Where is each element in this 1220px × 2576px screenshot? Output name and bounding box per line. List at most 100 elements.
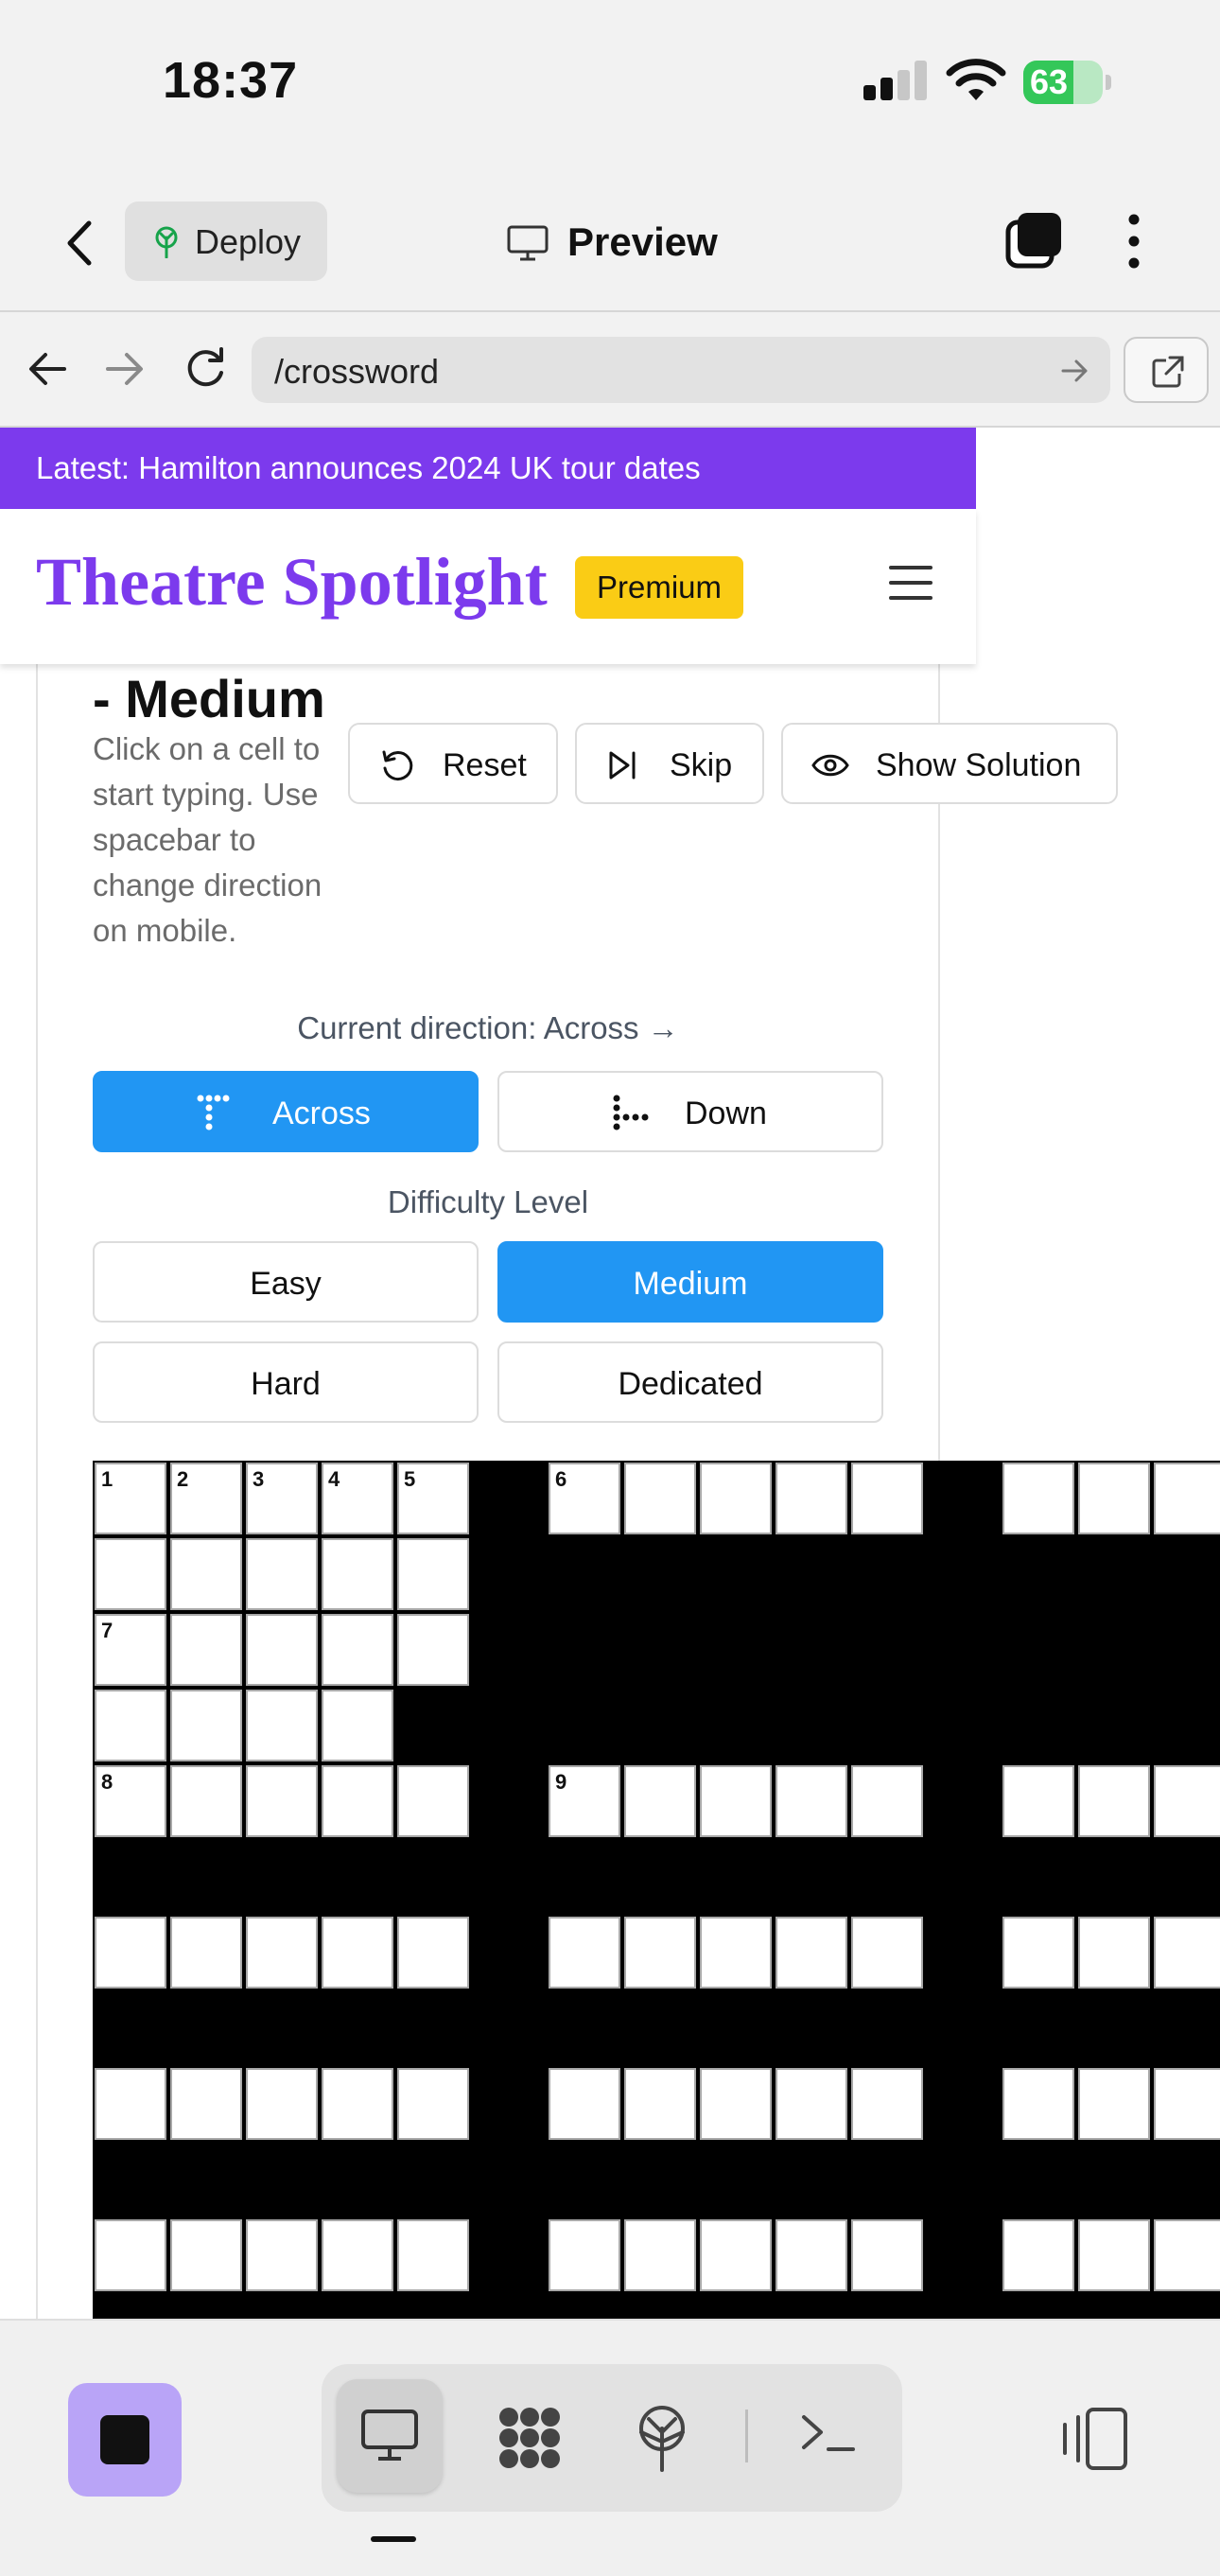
grid-cell[interactable] xyxy=(624,1765,696,1837)
grid-cell[interactable] xyxy=(246,1917,318,1989)
grid-cell[interactable] xyxy=(170,1690,242,1761)
grid-cell[interactable] xyxy=(1002,1765,1074,1837)
go-arrow-icon[interactable] xyxy=(1061,358,1089,384)
grid-cell[interactable] xyxy=(95,1917,166,1989)
grid-cell[interactable] xyxy=(170,1765,242,1837)
grid-cell[interactable] xyxy=(851,2219,923,2291)
grid-cell[interactable] xyxy=(246,1538,318,1610)
grid-cell[interactable] xyxy=(776,2219,847,2291)
news-banner[interactable]: Latest: Hamilton announces 2024 UK tour … xyxy=(0,428,976,509)
reset-button[interactable]: Reset xyxy=(348,723,558,804)
grid-cell[interactable] xyxy=(397,2219,469,2291)
grid-cell[interactable] xyxy=(776,1765,847,1837)
grid-cell[interactable] xyxy=(246,1765,318,1837)
grid-cell[interactable] xyxy=(624,1917,696,1989)
site-logo[interactable]: Theatre Spotlight xyxy=(36,543,548,622)
more-options-icon[interactable] xyxy=(1124,212,1144,271)
deploy-mode-button[interactable] xyxy=(609,2379,715,2493)
grid-cell[interactable]: 6 xyxy=(549,1463,620,1534)
grid-cell[interactable] xyxy=(700,1917,772,1989)
terminal-mode-button[interactable] xyxy=(776,2379,881,2493)
browser-forward-icon[interactable] xyxy=(104,350,146,388)
show-solution-button[interactable]: Show Solution xyxy=(781,723,1118,804)
grid-cell[interactable] xyxy=(322,1538,393,1610)
grid-cell[interactable] xyxy=(1154,1917,1220,1989)
grid-cell[interactable] xyxy=(700,2068,772,2140)
grid-cell[interactable] xyxy=(322,2068,393,2140)
grid-cell[interactable] xyxy=(776,1463,847,1534)
across-button[interactable]: Across xyxy=(93,1071,479,1152)
grid-cell[interactable] xyxy=(397,1614,469,1686)
grid-cell[interactable] xyxy=(95,2219,166,2291)
tabs-icon[interactable] xyxy=(1004,211,1063,270)
open-external-button[interactable] xyxy=(1124,337,1209,403)
grid-cell[interactable] xyxy=(624,2068,696,2140)
reload-icon[interactable] xyxy=(183,346,227,390)
grid-cell[interactable] xyxy=(322,2219,393,2291)
premium-badge[interactable]: Premium xyxy=(575,556,743,619)
difficulty-medium-button[interactable]: Medium xyxy=(497,1241,883,1323)
grid-cell[interactable] xyxy=(1002,2068,1074,2140)
hamburger-menu-icon[interactable] xyxy=(889,564,932,602)
grid-cell[interactable]: 3 xyxy=(246,1463,318,1534)
panel-toggle-icon[interactable] xyxy=(1059,2406,1131,2472)
down-button[interactable]: Down xyxy=(497,1071,883,1152)
grid-cell[interactable] xyxy=(1078,2219,1150,2291)
grid-cell[interactable] xyxy=(397,2068,469,2140)
grid-cell[interactable]: 4 xyxy=(322,1463,393,1534)
grid-cell[interactable] xyxy=(1002,1917,1074,1989)
grid-cell[interactable]: 1 xyxy=(95,1463,166,1534)
difficulty-easy-button[interactable]: Easy xyxy=(93,1241,479,1323)
difficulty-dedicated-button[interactable]: Dedicated xyxy=(497,1341,883,1423)
skip-button[interactable]: Skip xyxy=(575,723,764,804)
grid-cell[interactable] xyxy=(549,2068,620,2140)
grid-cell[interactable] xyxy=(246,1690,318,1761)
grid-cell[interactable] xyxy=(170,2219,242,2291)
grid-cell[interactable] xyxy=(549,1917,620,1989)
components-mode-button[interactable] xyxy=(473,2379,579,2493)
back-button[interactable] xyxy=(57,218,104,269)
grid-cell[interactable] xyxy=(397,1765,469,1837)
grid-cell[interactable]: 9 xyxy=(549,1765,620,1837)
grid-cell[interactable] xyxy=(851,1463,923,1534)
grid-cell[interactable] xyxy=(624,1463,696,1534)
grid-cell[interactable] xyxy=(246,2068,318,2140)
stop-button[interactable] xyxy=(68,2383,182,2497)
grid-cell[interactable] xyxy=(322,1765,393,1837)
grid-cell[interactable] xyxy=(246,2219,318,2291)
grid-cell[interactable] xyxy=(1002,2219,1074,2291)
grid-cell[interactable] xyxy=(851,1917,923,1989)
grid-cell[interactable] xyxy=(700,1765,772,1837)
deploy-button[interactable]: Deploy xyxy=(125,202,327,281)
grid-cell[interactable] xyxy=(1078,2068,1150,2140)
grid-cell[interactable] xyxy=(1078,1917,1150,1989)
grid-cell[interactable] xyxy=(322,1614,393,1686)
grid-cell[interactable] xyxy=(397,1538,469,1610)
grid-cell[interactable]: 7 xyxy=(95,1614,166,1686)
grid-cell[interactable] xyxy=(1154,2068,1220,2140)
grid-cell[interactable]: 8 xyxy=(95,1765,166,1837)
grid-cell[interactable] xyxy=(776,2068,847,2140)
grid-cell[interactable] xyxy=(700,1463,772,1534)
grid-cell[interactable] xyxy=(1154,1765,1220,1837)
grid-cell[interactable] xyxy=(624,2219,696,2291)
grid-cell[interactable] xyxy=(322,1690,393,1761)
grid-cell[interactable] xyxy=(170,1614,242,1686)
difficulty-hard-button[interactable]: Hard xyxy=(93,1341,479,1423)
grid-cell[interactable] xyxy=(1002,1463,1074,1534)
grid-cell[interactable] xyxy=(170,1917,242,1989)
grid-cell[interactable] xyxy=(1078,1765,1150,1837)
url-input[interactable]: /crossword xyxy=(252,337,1110,403)
grid-cell[interactable] xyxy=(1154,1463,1220,1534)
grid-cell[interactable] xyxy=(170,2068,242,2140)
grid-cell[interactable] xyxy=(95,1690,166,1761)
grid-cell[interactable] xyxy=(322,1917,393,1989)
grid-cell[interactable] xyxy=(1078,1463,1150,1534)
grid-cell[interactable] xyxy=(95,1538,166,1610)
grid-cell[interactable] xyxy=(170,1538,242,1610)
desktop-preview-mode-button[interactable] xyxy=(337,2379,443,2493)
grid-cell[interactable]: 2 xyxy=(170,1463,242,1534)
grid-cell[interactable]: 5 xyxy=(397,1463,469,1534)
grid-cell[interactable] xyxy=(95,2068,166,2140)
grid-cell[interactable] xyxy=(851,2068,923,2140)
